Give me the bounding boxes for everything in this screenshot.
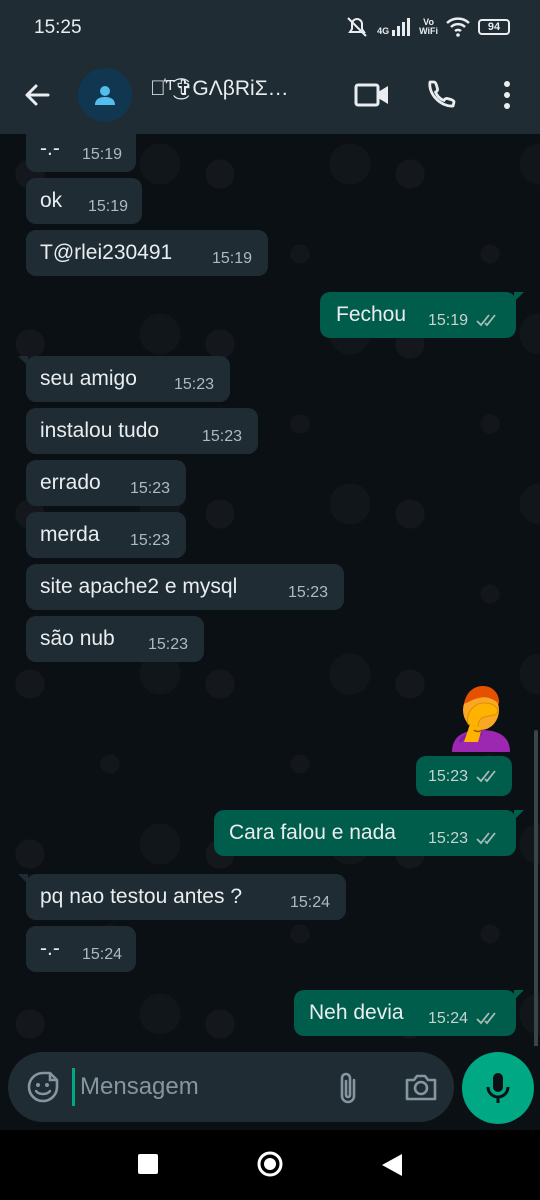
message-incoming[interactable]: errado 15:23 (26, 460, 186, 506)
message-text: -.- (40, 137, 60, 160)
message-outgoing[interactable]: Neh devia 15:24 (294, 990, 524, 1036)
system-navigation-bar (0, 1130, 540, 1200)
default-avatar-icon (95, 86, 115, 105)
message-incoming[interactable]: merda 15:23 (26, 512, 186, 558)
message-incoming[interactable]: instalou tudo 15:23 (26, 408, 258, 454)
message-text: errado (40, 471, 101, 494)
video-call-icon[interactable] (354, 80, 390, 110)
back-triangle-icon[interactable] (380, 1152, 404, 1178)
message-time: 15:23 (174, 376, 215, 393)
battery-indicator: 94 (478, 19, 510, 35)
message-incoming[interactable]: T@rlei230491 15:19 (26, 230, 268, 276)
network-type-label: 4G (377, 26, 390, 36)
more-options-icon[interactable] (496, 78, 518, 112)
contact-name[interactable]: ♛͛ᵀ͜͡✞GΛβRiΣ… (150, 76, 330, 101)
message-text: Cara falou e nada (229, 821, 396, 844)
status-bar: 15:25 4G Vo WiFi 94 (0, 0, 540, 58)
attachment-icon[interactable] (334, 1070, 364, 1106)
voice-message-button[interactable] (462, 1052, 534, 1124)
message-incoming[interactable]: site apache2 e mysql 15:23 (26, 564, 344, 610)
message-text: seu amigo (40, 367, 137, 390)
message-incoming[interactable]: seu amigo 15:23 (18, 356, 230, 402)
message-time: 15:23 (428, 830, 469, 847)
message-outgoing[interactable]: 15:23 (416, 756, 512, 796)
message-time: 15:23 (202, 428, 243, 445)
signal-icon (392, 18, 411, 36)
message-incoming[interactable]: -.- 15:19 (26, 134, 136, 172)
message-text: merda (40, 523, 100, 546)
message-text: ok (40, 189, 63, 212)
read-receipt-icon (476, 314, 496, 327)
message-outgoing[interactable]: Fechou 15:19 (320, 292, 524, 338)
chat-scrollbar[interactable] (534, 730, 538, 1046)
message-time: 15:19 (82, 146, 123, 163)
message-time: 15:24 (290, 894, 331, 911)
bubble-tail (18, 356, 28, 366)
message-composer (8, 1052, 454, 1122)
emoji-icon[interactable] (26, 1070, 60, 1104)
back-arrow-icon[interactable] (20, 78, 54, 112)
message-incoming[interactable]: são nub 15:23 (26, 616, 204, 662)
read-receipt-icon (476, 1012, 496, 1025)
message-text: pq nao testou antes ? (40, 885, 242, 908)
home-icon[interactable] (256, 1150, 284, 1178)
message-time: 15:23 (428, 768, 469, 785)
camera-icon[interactable] (404, 1072, 438, 1102)
microphone-icon (486, 1073, 510, 1103)
vowifi-label-bottom: WiFi (419, 26, 438, 36)
message-text: T@rlei230491 (40, 241, 173, 264)
bubble-tail (514, 292, 524, 302)
read-receipt-icon (476, 832, 496, 845)
text-caret (72, 1068, 75, 1106)
message-text: instalou tudo (40, 419, 160, 442)
message-incoming[interactable]: -.- 15:24 (26, 926, 136, 972)
wifi-icon (446, 17, 470, 37)
muted-bell-icon (347, 17, 367, 37)
message-time: 15:19 (88, 198, 129, 215)
bubble-tail (18, 874, 28, 884)
status-icons: 4G Vo WiFi 94 (345, 16, 510, 38)
chat-header: ♛͛ᵀ͜͡✞GΛβRiΣ… (0, 58, 540, 134)
message-outgoing[interactable]: Cara falou e nada 15:23 (214, 810, 524, 856)
message-time: 15:19 (212, 250, 253, 267)
status-time: 15:25 (34, 17, 82, 38)
chat-area[interactable]: -.- 15:19 ok 15:19 T@rlei230491 15:19 Fe… (0, 134, 540, 1046)
message-text: Fechou (336, 303, 407, 326)
contact-avatar[interactable] (78, 68, 132, 122)
message-incoming[interactable]: pq nao testou antes ? 15:24 (18, 874, 346, 920)
message-incoming[interactable]: ok 15:19 (26, 178, 142, 224)
bubble-tail (514, 990, 524, 1000)
person-facepalming-emoji[interactable] (448, 684, 514, 752)
message-time: 15:23 (288, 584, 329, 601)
message-input[interactable] (80, 1068, 320, 1106)
message-text: site apache2 e mysql (40, 575, 238, 598)
message-time: 15:23 (130, 480, 171, 497)
message-time: 15:24 (428, 1010, 469, 1027)
voice-call-icon[interactable] (426, 78, 460, 112)
bubble-tail (514, 810, 524, 820)
message-time: 15:23 (148, 636, 189, 653)
message-time: 15:19 (428, 312, 469, 329)
message-time: 15:24 (82, 946, 123, 963)
message-time: 15:23 (130, 532, 171, 549)
message-text: são nub (40, 627, 115, 650)
read-receipt-icon (476, 770, 496, 783)
message-text: Neh devia (309, 1001, 404, 1024)
message-text: -.- (40, 937, 60, 960)
recent-apps-icon[interactable] (138, 1154, 158, 1174)
battery-level: 94 (487, 21, 501, 33)
